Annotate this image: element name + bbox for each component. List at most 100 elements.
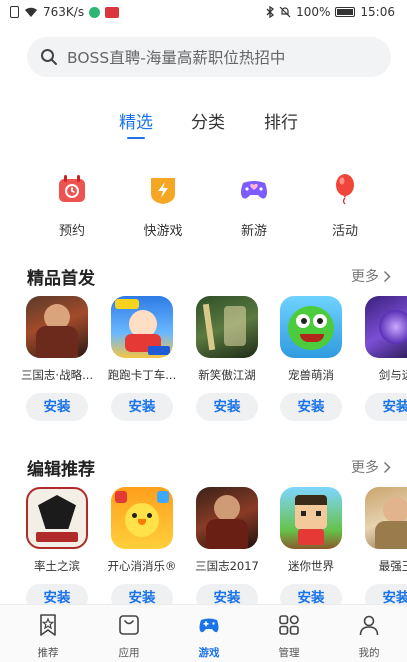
gamepad-icon <box>199 618 219 633</box>
apps-row-editor-picks: 率土之滨 安装 开心消消乐® 安装 三国志2017 安装 迷你世界 安装 最强 … <box>0 487 407 605</box>
install-button[interactable]: 安装 <box>365 584 407 605</box>
install-button[interactable]: 安装 <box>280 584 342 605</box>
app-name: 三国志·战略... <box>20 368 94 382</box>
quick-link-label: 快游戏 <box>143 224 183 239</box>
huawei-notification-icon <box>105 6 120 18</box>
app-card[interactable]: 三国志2017 安装 <box>189 487 265 605</box>
app-name: 剑与远 <box>378 368 407 382</box>
app-card[interactable]: 迷你世界 安装 <box>273 487 349 605</box>
app-name: 最强王 <box>378 559 407 573</box>
balloon-icon <box>336 174 354 205</box>
install-button[interactable]: 安装 <box>280 393 342 421</box>
sim-icon <box>10 6 19 18</box>
app-icon-kartrider[interactable] <box>111 296 173 358</box>
app-icon-pet-match[interactable] <box>280 296 342 358</box>
nav-label: 推荐 <box>37 647 59 659</box>
app-card[interactable]: 三国志·战略... 安装 <box>19 296 95 421</box>
app-name: 宠兽萌消 <box>288 368 334 382</box>
tab-categories[interactable]: 分类 <box>191 108 225 133</box>
app-card[interactable]: 开心消消乐® 安装 <box>104 487 180 605</box>
quick-link-label: 新游 <box>240 224 267 239</box>
section-header-editor-picks: 编辑推荐 更多 <box>27 455 391 480</box>
section-header-premium-launches: 精品首发 更多 <box>27 264 391 289</box>
mute-bell-icon <box>279 6 291 18</box>
more-label: 更多 <box>351 460 379 476</box>
chevron-right-icon <box>383 461 391 473</box>
status-right: 100% 15:06 <box>266 5 395 19</box>
search-bar[interactable]: BOSS直聘-海量高薪职位热招中 <box>27 37 391 77</box>
quick-link-reserve[interactable]: 预约 <box>37 172 107 239</box>
nav-games[interactable]: 游戏 <box>179 613 239 660</box>
quick-link-label: 预约 <box>58 224 85 239</box>
nav-label: 应用 <box>118 647 140 659</box>
quick-link-new-games[interactable]: 新游 <box>219 172 289 239</box>
install-button[interactable]: 安装 <box>111 393 173 421</box>
nav-apps[interactable]: 应用 <box>99 613 159 660</box>
app-name: 率土之滨 <box>34 559 80 573</box>
app-icon-xiaoao-jianghu[interactable] <box>196 296 258 358</box>
app-icon-sanguozhi-strategy[interactable] <box>26 296 88 358</box>
more-link[interactable]: 更多 <box>351 266 391 286</box>
apps-row-premium-launches: 三国志·战略... 安装 跑跑卡丁车... 安装 新笑傲江湖 安装 宠兽萌消 安 <box>0 296 407 436</box>
more-label: 更多 <box>351 269 379 285</box>
chevron-right-icon <box>383 270 391 282</box>
lightning-icon <box>151 178 175 204</box>
nav-recommend[interactable]: 推荐 <box>18 613 78 660</box>
app-icon-happy-match[interactable] <box>111 487 173 549</box>
top-tabs: 精选 分类 排行 <box>0 108 407 142</box>
clock: 15:06 <box>360 5 395 19</box>
status-left: 763K/s <box>10 5 120 19</box>
search-icon <box>41 49 57 65</box>
app-name: 跑跑卡丁车... <box>107 368 177 382</box>
app-card[interactable]: 最强王 安装 <box>358 487 407 605</box>
nav-label: 管理 <box>278 647 300 659</box>
nav-profile[interactable]: 我的 <box>339 613 399 660</box>
app-icon-shuaitu-zhibin[interactable] <box>26 487 88 549</box>
bottom-navigation: 推荐 应用 游戏 管理 我的 <box>0 604 407 662</box>
install-button[interactable]: 安装 <box>111 584 173 605</box>
calendar-icon <box>59 175 85 202</box>
app-icon-sanguozhi-2017[interactable] <box>196 487 258 549</box>
install-button[interactable]: 安装 <box>196 584 258 605</box>
app-card[interactable]: 率土之滨 安装 <box>19 487 95 605</box>
bluetooth-icon <box>266 6 275 18</box>
app-card[interactable]: 剑与远 安装 <box>358 296 407 421</box>
battery-percent: 100% <box>296 5 331 19</box>
network-speed: 763K/s <box>43 5 85 19</box>
quick-link-quick-games[interactable]: 快游戏 <box>128 172 198 239</box>
nav-label: 游戏 <box>198 647 220 659</box>
app-notification-icon <box>89 6 101 18</box>
app-icon-afk-arena[interactable] <box>365 296 407 358</box>
app-name: 新笑傲江湖 <box>198 368 256 382</box>
star-bookmark-icon <box>40 614 56 636</box>
search-placeholder: BOSS直聘-海量高薪职位热招中 <box>67 49 286 67</box>
nav-manage[interactable]: 管理 <box>259 613 319 660</box>
section-title: 精品首发 <box>27 269 95 289</box>
install-button[interactable]: 安装 <box>26 393 88 421</box>
app-card[interactable]: 跑跑卡丁车... 安装 <box>104 296 180 421</box>
person-icon <box>359 615 379 636</box>
app-name: 开心消消乐® <box>107 559 177 573</box>
grid-icon <box>279 615 299 635</box>
quick-link-events[interactable]: 活动 <box>310 172 380 239</box>
install-button[interactable]: 安装 <box>26 584 88 605</box>
tab-rankings[interactable]: 排行 <box>264 108 298 133</box>
app-card[interactable]: 新笑傲江湖 安装 <box>189 296 265 421</box>
wifi-icon <box>25 7 37 17</box>
app-card[interactable]: 宠兽萌消 安装 <box>273 296 349 421</box>
more-link[interactable]: 更多 <box>351 457 391 477</box>
quick-link-label: 活动 <box>331 224 358 239</box>
app-name: 迷你世界 <box>288 559 334 573</box>
app-name: 三国志2017 <box>195 559 259 573</box>
app-icon-mini-world[interactable] <box>280 487 342 549</box>
install-button[interactable]: 安装 <box>365 393 407 421</box>
battery-icon <box>335 7 356 17</box>
nav-label: 我的 <box>358 647 380 659</box>
active-tab-indicator <box>127 137 145 139</box>
app-icon-strongest-king[interactable] <box>365 487 407 549</box>
status-bar: 763K/s 100% 15:06 <box>0 0 407 26</box>
install-button[interactable]: 安装 <box>196 393 258 421</box>
tab-featured[interactable]: 精选 <box>119 108 153 133</box>
app-bag-icon <box>119 615 139 635</box>
gamepad-icon <box>241 181 267 199</box>
